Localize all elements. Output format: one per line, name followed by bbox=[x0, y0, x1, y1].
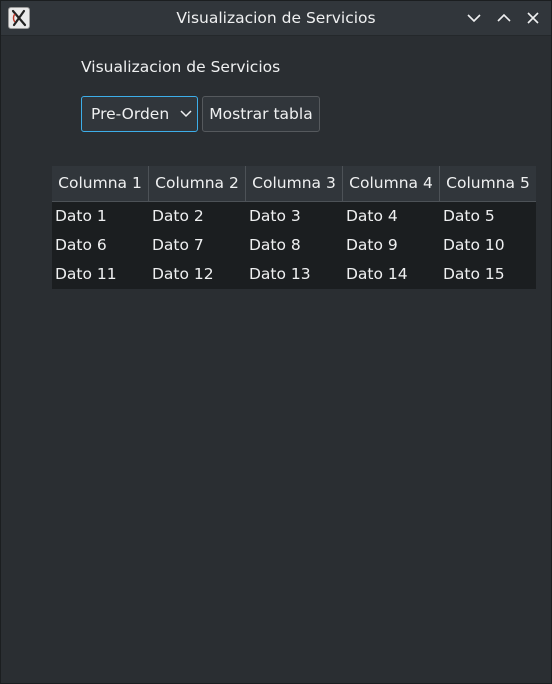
app-window: Visualizacion de Servicios Visualizacion… bbox=[0, 0, 552, 684]
table-cell[interactable]: Dato 6 bbox=[52, 231, 149, 260]
table-row[interactable]: Dato 1 Dato 2 Dato 3 Dato 4 Dato 5 bbox=[52, 202, 536, 231]
table-cell[interactable]: Dato 2 bbox=[149, 202, 246, 231]
table-row[interactable]: Dato 11 Dato 12 Dato 13 Dato 14 Dato 15 bbox=[52, 260, 536, 289]
table-cell[interactable]: Dato 11 bbox=[52, 260, 149, 289]
close-icon bbox=[527, 12, 539, 24]
column-header[interactable]: Columna 1 bbox=[52, 166, 149, 201]
table-cell[interactable]: Dato 15 bbox=[440, 260, 536, 289]
table-cell[interactable]: Dato 4 bbox=[343, 202, 440, 231]
traversal-order-select[interactable]: Pre-Orden bbox=[81, 96, 198, 132]
close-button[interactable] bbox=[524, 9, 542, 27]
column-header[interactable]: Columna 2 bbox=[149, 166, 246, 201]
table-cell[interactable]: Dato 1 bbox=[52, 202, 149, 231]
table-body: Dato 1 Dato 2 Dato 3 Dato 4 Dato 5 Dato … bbox=[52, 202, 536, 289]
table-cell[interactable]: Dato 13 bbox=[246, 260, 343, 289]
select-value: Pre-Orden bbox=[91, 105, 170, 123]
chevron-down-icon bbox=[179, 108, 193, 120]
table-cell[interactable]: Dato 9 bbox=[343, 231, 440, 260]
table-header: Columna 1 Columna 2 Columna 3 Columna 4 … bbox=[52, 166, 536, 202]
title-bar[interactable]: Visualizacion de Servicios bbox=[1, 1, 551, 36]
data-table: Columna 1 Columna 2 Columna 3 Columna 4 … bbox=[52, 166, 536, 289]
table-row[interactable]: Dato 6 Dato 7 Dato 8 Dato 9 Dato 10 bbox=[52, 231, 536, 260]
show-table-button[interactable]: Mostrar tabla bbox=[202, 96, 320, 132]
column-header[interactable]: Columna 4 bbox=[343, 166, 440, 201]
maximize-icon bbox=[497, 13, 511, 22]
table-cell[interactable]: Dato 5 bbox=[440, 202, 536, 231]
section-label: Visualizacion de Servicios bbox=[81, 58, 281, 76]
table-cell[interactable]: Dato 12 bbox=[149, 260, 246, 289]
table-cell[interactable]: Dato 14 bbox=[343, 260, 440, 289]
minimize-icon bbox=[467, 14, 481, 23]
table-cell[interactable]: Dato 10 bbox=[440, 231, 536, 260]
table-cell[interactable]: Dato 3 bbox=[246, 202, 343, 231]
table-cell[interactable]: Dato 7 bbox=[149, 231, 246, 260]
table-cell[interactable]: Dato 8 bbox=[246, 231, 343, 260]
maximize-button[interactable] bbox=[495, 9, 513, 27]
minimize-button[interactable] bbox=[465, 9, 483, 27]
column-header[interactable]: Columna 3 bbox=[246, 166, 343, 201]
column-header[interactable]: Columna 5 bbox=[440, 166, 536, 201]
